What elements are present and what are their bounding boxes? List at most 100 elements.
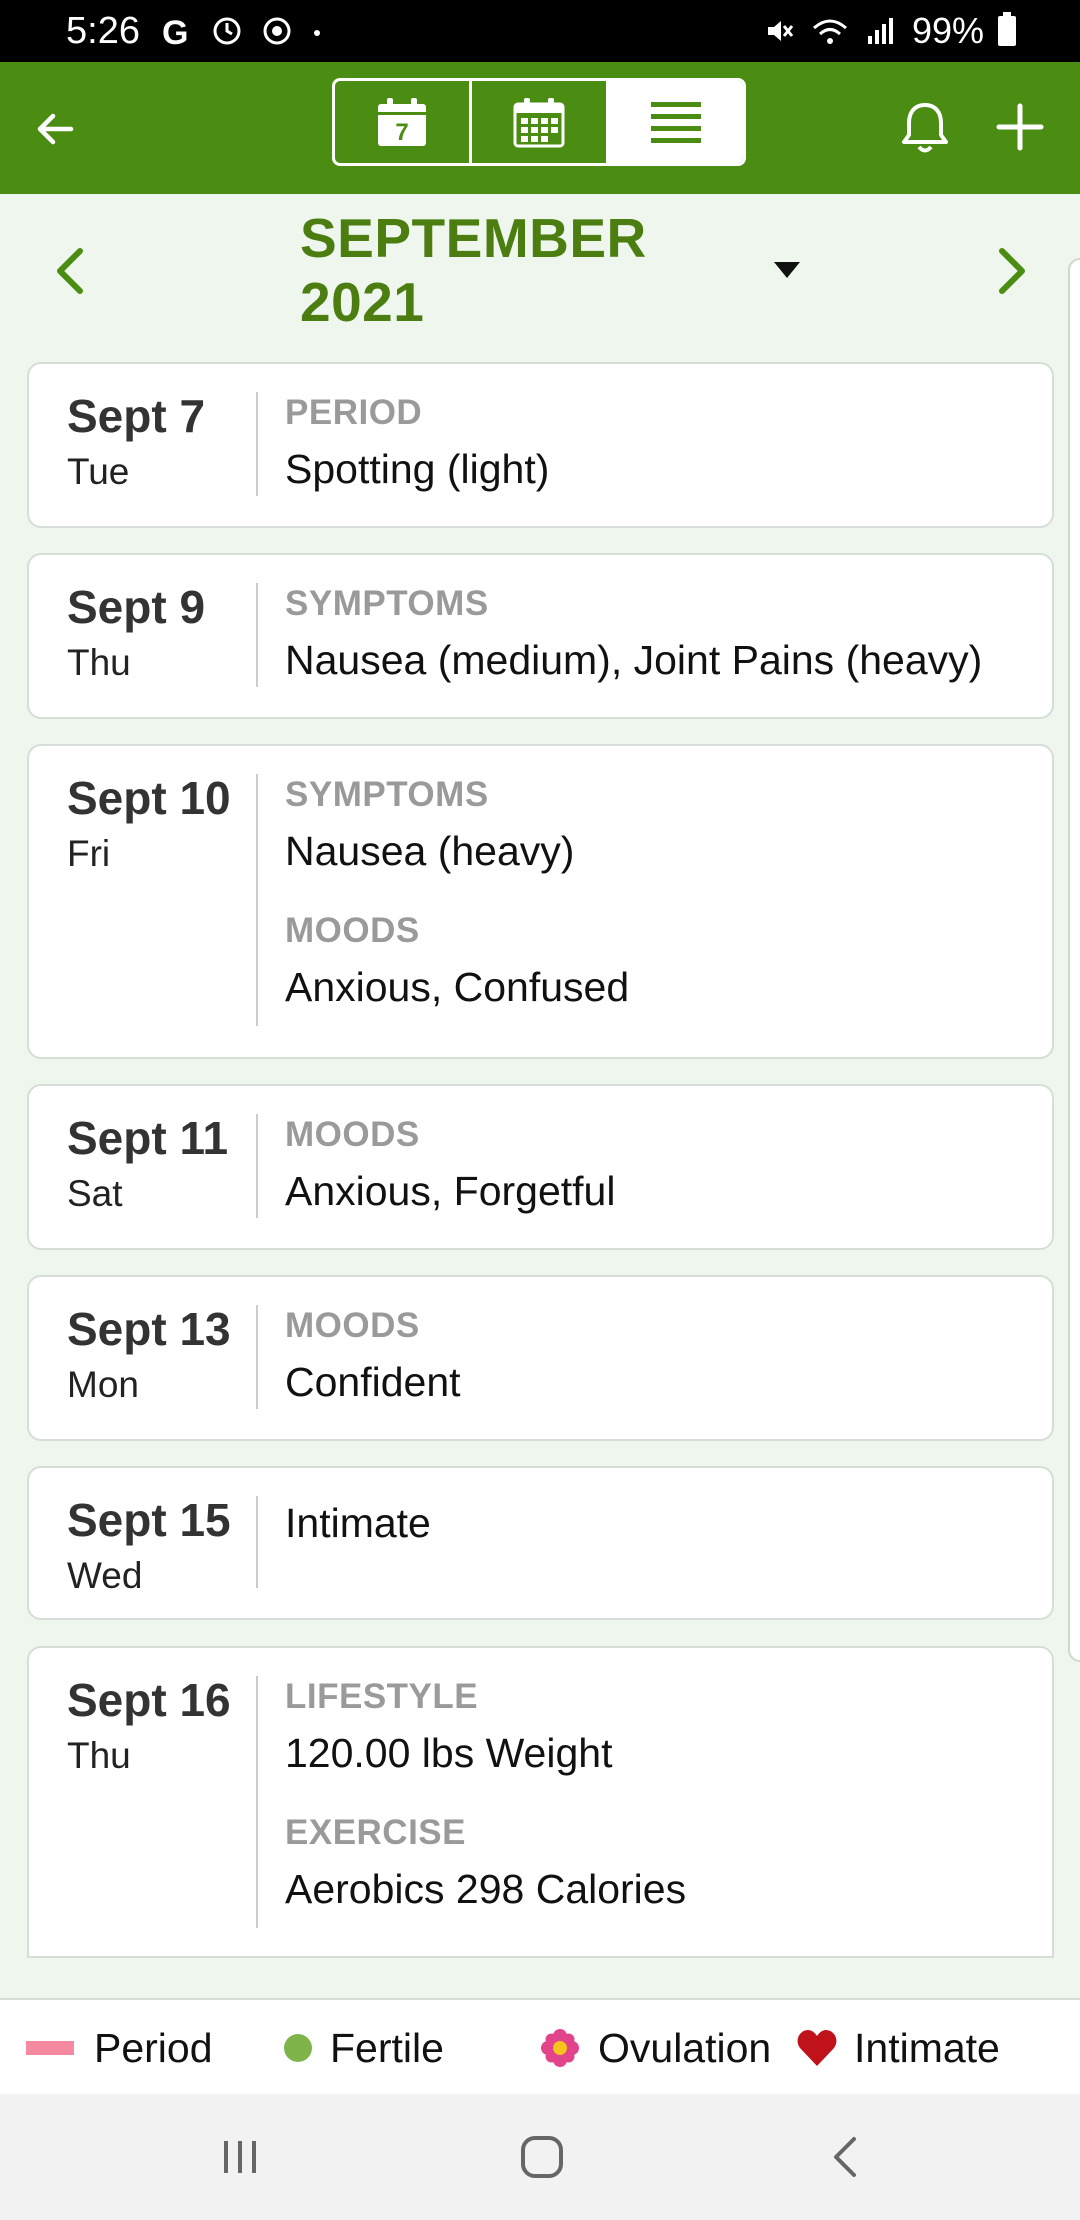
calendar-grid-icon [513, 98, 565, 148]
entry-date: Sept 10 [67, 772, 231, 824]
entry-content: MOODS Anxious, Forgetful [285, 1114, 1045, 1216]
entry-weekday: Tue [67, 451, 130, 492]
date-column: Sept 13 Mon [67, 1301, 247, 1407]
entry-date: Sept 16 [67, 1674, 231, 1726]
entry-section: LIFESTYLE 120.00 lbs Weight [285, 1676, 1045, 1778]
legend-label: Ovulation [598, 2024, 772, 2071]
entry-content: Intimate [285, 1498, 1045, 1548]
section-label: SYMPTOMS [285, 775, 489, 814]
plus-icon [996, 103, 1044, 151]
section-value: Aerobics 298 Calories [285, 1866, 687, 1912]
side-panel-edge [1068, 258, 1080, 1662]
divider [256, 774, 258, 1026]
month-title: SEPTEMBER 2021 [300, 207, 647, 333]
month-navigation: SEPTEMBER 2021 [0, 207, 1080, 333]
back-chevron-icon [834, 2137, 856, 2177]
date-column: Sept 7 Tue [67, 388, 247, 494]
caret-down-icon [774, 262, 800, 278]
entry-weekday: Fri [67, 833, 111, 874]
divider [256, 392, 258, 496]
divider [256, 1114, 258, 1218]
view-toggle: 7 [332, 78, 746, 166]
add-button[interactable] [985, 92, 1055, 162]
reminders-button[interactable] [890, 92, 960, 162]
section-label: MOODS [285, 911, 420, 950]
section-label: EXERCISE [285, 1813, 466, 1852]
fertile-dot-icon [284, 2034, 312, 2062]
list-view-button[interactable] [609, 81, 743, 163]
wifi-icon [812, 19, 847, 44]
system-nav-bar [0, 2094, 1080, 2220]
system-back-button[interactable] [806, 2124, 886, 2190]
status-bar: 5:26 G 99% [0, 0, 1080, 62]
svg-text:7: 7 [395, 119, 408, 146]
entry-date: Sept 7 [67, 390, 206, 442]
entry-content: SYMPTOMS Nausea (heavy) MOODS Anxious, C… [285, 774, 1045, 1012]
arrow-left-icon [37, 113, 74, 145]
previous-month-button[interactable] [40, 236, 100, 306]
flower-icon [541, 2029, 579, 2067]
divider [256, 583, 258, 687]
target-icon [263, 17, 291, 45]
legend-label: Fertile [330, 2024, 444, 2071]
legend-intimate: Intimate [796, 2000, 1000, 2096]
list-item[interactable]: Sept 11 Sat MOODS Anxious, Forgetful [27, 1084, 1054, 1250]
home-button[interactable] [502, 2124, 582, 2190]
battery-percent: 99% [911, 10, 984, 51]
list-item[interactable]: Sept 9 Thu SYMPTOMS Nausea (medium), Joi… [27, 553, 1054, 719]
section-value: Anxious, Forgetful [285, 1168, 616, 1214]
list-item[interactable]: Sept 7 Tue PERIOD Spotting (light) [27, 362, 1054, 528]
recent-apps-button[interactable] [200, 2124, 280, 2190]
section-value: Intimate [285, 1500, 431, 1546]
next-month-button[interactable] [982, 236, 1042, 306]
list-item[interactable]: Sept 13 Mon MOODS Confident [27, 1275, 1054, 1441]
legend-period: Period [26, 2000, 213, 2096]
entry-content: MOODS Confident [285, 1305, 1045, 1407]
legend: Period Fertile Ovulation Intimate [0, 1998, 1080, 2096]
entry-weekday: Thu [67, 642, 131, 683]
battery-icon [998, 12, 1016, 46]
entry-section: Intimate [285, 1498, 1045, 1548]
google-icon: G [162, 14, 188, 48]
date-column: Sept 16 Thu [67, 1672, 247, 1778]
section-label: MOODS [285, 1115, 420, 1154]
legend-label: Intimate [854, 2024, 1000, 2071]
entry-date: Sept 11 [67, 1112, 229, 1164]
divider [256, 1496, 258, 1588]
list-item[interactable]: Sept 10 Fri SYMPTOMS Nausea (heavy) MOOD… [27, 744, 1054, 1059]
section-value: Confident [285, 1359, 461, 1405]
section-label: MOODS [285, 1306, 420, 1345]
chevron-right-icon [999, 248, 1025, 294]
chevron-left-icon [57, 248, 83, 294]
entry-section: EXERCISE Aerobics 298 Calories [285, 1812, 1045, 1914]
entry-date: Sept 15 [67, 1494, 231, 1546]
app-bar: 7 [0, 62, 1080, 194]
section-value: Nausea (heavy) [285, 828, 575, 874]
legend-label: Period [94, 2024, 213, 2071]
signal-icon [867, 18, 893, 44]
entry-content: SYMPTOMS Nausea (medium), Joint Pains (h… [285, 583, 1045, 685]
list-item[interactable]: Sept 15 Wed Intimate [27, 1466, 1054, 1620]
home-icon [521, 2136, 563, 2178]
date-column: Sept 10 Fri [67, 770, 247, 876]
section-label: LIFESTYLE [285, 1677, 479, 1716]
entry-section: MOODS Anxious, Forgetful [285, 1114, 1045, 1216]
back-button[interactable] [20, 94, 90, 164]
notification-icons: G [160, 8, 324, 54]
date-column: Sept 9 Thu [67, 579, 247, 685]
section-value: 120.00 lbs Weight [285, 1730, 613, 1776]
month-selector[interactable]: SEPTEMBER 2021 [300, 207, 800, 333]
entry-weekday: Mon [67, 1364, 139, 1405]
entry-weekday: Wed [67, 1555, 143, 1596]
entry-section: MOODS Confident [285, 1305, 1045, 1407]
entry-section: PERIOD Spotting (light) [285, 392, 1045, 494]
month-view-button[interactable] [472, 81, 609, 163]
dot-icon [314, 30, 320, 36]
entry-section: MOODS Anxious, Confused [285, 910, 1045, 1012]
period-swatch-icon [26, 2041, 74, 2055]
section-label: PERIOD [285, 393, 423, 432]
week-view-button[interactable]: 7 [335, 81, 472, 163]
list-item[interactable]: Sept 16 Thu LIFESTYLE 120.00 lbs Weight … [27, 1646, 1054, 1958]
legend-fertile: Fertile [284, 2000, 444, 2096]
status-time: 5:26 [66, 10, 140, 52]
